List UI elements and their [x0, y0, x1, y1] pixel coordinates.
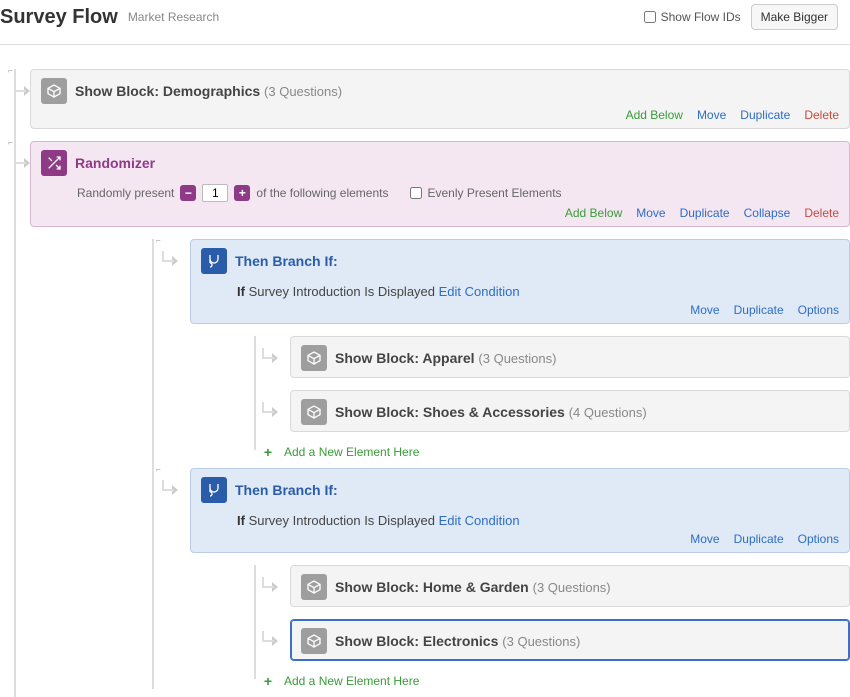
- add-below-link[interactable]: Add Below: [565, 206, 622, 220]
- edit-condition-link[interactable]: Edit Condition: [439, 284, 520, 299]
- add-element-row[interactable]: + Add a New Element Here: [260, 444, 850, 460]
- decrement-button[interactable]: −: [180, 185, 196, 201]
- block-home-garden[interactable]: Show Block: Home & Garden (3 Questions): [290, 565, 850, 607]
- block-icon: [301, 574, 327, 600]
- options-link[interactable]: Options: [798, 532, 839, 546]
- randomizer-icon: [41, 150, 67, 176]
- block-icon: [301, 399, 327, 425]
- block-electronics[interactable]: Show Block: Electronics (3 Questions): [290, 619, 850, 661]
- add-element-row[interactable]: + Add a New Element Here: [260, 673, 850, 689]
- question-count: (3 Questions): [264, 84, 342, 99]
- add-element-label[interactable]: Add a New Element Here: [284, 445, 419, 459]
- block-title: Show Block: Apparel (3 Questions): [335, 350, 556, 366]
- randomizer-node[interactable]: Randomizer Randomly present − + of the f…: [30, 141, 850, 227]
- branch-condition: If Survey Introduction Is Displayed Edit…: [237, 513, 839, 528]
- move-link[interactable]: Move: [690, 303, 719, 317]
- add-below-link[interactable]: Add Below: [626, 108, 683, 122]
- edit-condition-link[interactable]: Edit Condition: [439, 513, 520, 528]
- block-title: Show Block: Demographics (3 Questions): [75, 83, 342, 99]
- duplicate-link[interactable]: Duplicate: [740, 108, 790, 122]
- block-icon: [301, 628, 327, 654]
- randomizer-title: Randomizer: [75, 155, 155, 171]
- move-link[interactable]: Move: [697, 108, 726, 122]
- evenly-present-checkbox[interactable]: [410, 187, 422, 199]
- block-title: Show Block: Electronics (3 Questions): [335, 633, 580, 649]
- increment-button[interactable]: +: [234, 185, 250, 201]
- condition-text: Survey Introduction Is Displayed: [249, 284, 435, 299]
- if-label: If: [237, 513, 245, 528]
- branch-icon: [201, 477, 227, 503]
- branch-condition: If Survey Introduction Is Displayed Edit…: [237, 284, 839, 299]
- branch-title: Then Branch If:: [235, 482, 338, 498]
- rand-suffix: of the following elements: [256, 186, 388, 200]
- duplicate-link[interactable]: Duplicate: [680, 206, 730, 220]
- survey-name: Market Research: [128, 10, 219, 24]
- delete-link[interactable]: Delete: [804, 108, 839, 122]
- evenly-present-label: Evenly Present Elements: [427, 186, 561, 200]
- make-bigger-button[interactable]: Make Bigger: [751, 4, 838, 30]
- flow-canvas: ⌐ Show Block: Demographics (3 Questions)…: [0, 45, 850, 697]
- condition-text: Survey Introduction Is Displayed: [249, 513, 435, 528]
- block-title: Show Block: Home & Garden (3 Questions): [335, 579, 611, 595]
- if-label: If: [237, 284, 245, 299]
- add-element-label[interactable]: Add a New Element Here: [284, 674, 419, 688]
- page-title: Survey Flow: [0, 6, 118, 29]
- block-demographics[interactable]: Show Block: Demographics (3 Questions) A…: [30, 69, 850, 129]
- randomizer-settings: Randomly present − + of the following el…: [77, 184, 839, 202]
- branch-title: Then Branch If:: [235, 253, 338, 269]
- plus-icon: +: [260, 444, 276, 460]
- options-link[interactable]: Options: [798, 303, 839, 317]
- duplicate-link[interactable]: Duplicate: [734, 303, 784, 317]
- show-flow-ids-checkbox[interactable]: [644, 11, 656, 23]
- plus-icon: +: [260, 673, 276, 689]
- block-apparel[interactable]: Show Block: Apparel (3 Questions): [290, 336, 850, 378]
- show-flow-ids-label: Show Flow IDs: [661, 10, 741, 24]
- block-icon: [41, 78, 67, 104]
- branch-icon: [201, 248, 227, 274]
- move-link[interactable]: Move: [690, 532, 719, 546]
- page-header: Survey Flow Market Research Show Flow ID…: [0, 0, 850, 45]
- delete-link[interactable]: Delete: [804, 206, 839, 220]
- block-shoes[interactable]: Show Block: Shoes & Accessories (4 Quest…: [290, 390, 850, 432]
- block-icon: [301, 345, 327, 371]
- evenly-present-toggle[interactable]: Evenly Present Elements: [410, 186, 561, 200]
- rand-prefix: Randomly present: [77, 186, 174, 200]
- block-title: Show Block: Shoes & Accessories (4 Quest…: [335, 404, 647, 420]
- branch-node[interactable]: Then Branch If: If Survey Introduction I…: [190, 239, 850, 324]
- branch-node[interactable]: Then Branch If: If Survey Introduction I…: [190, 468, 850, 553]
- collapse-link[interactable]: Collapse: [744, 206, 791, 220]
- randomizer-count-input[interactable]: [202, 184, 228, 202]
- duplicate-link[interactable]: Duplicate: [734, 532, 784, 546]
- show-flow-ids-toggle[interactable]: Show Flow IDs: [644, 10, 741, 24]
- move-link[interactable]: Move: [636, 206, 665, 220]
